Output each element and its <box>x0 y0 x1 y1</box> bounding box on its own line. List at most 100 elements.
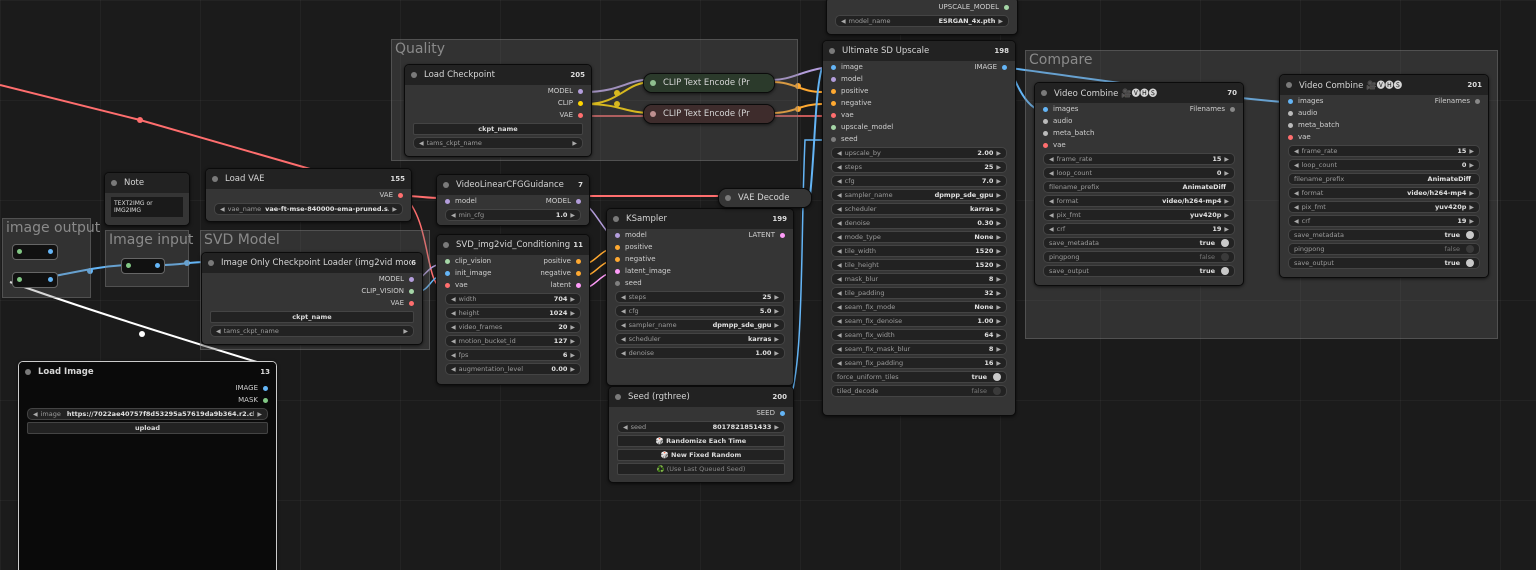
arrow-left-icon[interactable]: ◀ <box>1294 162 1299 169</box>
arrow-left-icon[interactable]: ◀ <box>1049 212 1054 219</box>
output-port[interactable] <box>578 88 583 94</box>
input-port[interactable] <box>1288 98 1293 104</box>
arrow-right-icon[interactable]: ▶ <box>774 322 779 329</box>
toggle-widget[interactable]: pingpong false <box>1043 251 1235 263</box>
collapse-dot-icon[interactable] <box>613 216 619 222</box>
arrow-left-icon[interactable]: ◀ <box>1294 148 1299 155</box>
node-vae-decode[interactable]: VAE Decode <box>718 188 812 208</box>
node-header[interactable]: Video Combine 🎥🅥🅗🅢 201 <box>1280 75 1488 95</box>
arrow-left-icon[interactable]: ◀ <box>451 338 456 345</box>
input-port[interactable] <box>615 256 620 262</box>
arrow-left-icon[interactable]: ◀ <box>837 234 842 241</box>
node-header[interactable]: VAE Decode <box>719 189 811 207</box>
param-widget[interactable]: ◀ tile_width 1520 ▶ <box>831 245 1007 257</box>
arrow-right-icon[interactable]: ▶ <box>996 346 1001 353</box>
arrow-left-icon[interactable]: ◀ <box>837 318 842 325</box>
arrow-right-icon[interactable]: ▶ <box>774 294 779 301</box>
arrow-left-icon[interactable]: ◀ <box>621 336 626 343</box>
arrow-right-icon[interactable]: ▶ <box>774 336 779 343</box>
arrow-right-icon[interactable]: ▶ <box>257 411 262 418</box>
arrow-right-icon[interactable]: ▶ <box>392 206 397 213</box>
arrow-left-icon[interactable]: ◀ <box>1294 218 1299 225</box>
arrow-right-icon[interactable]: ▶ <box>996 206 1001 213</box>
upload-button[interactable]: upload <box>27 422 268 434</box>
collapse-dot-icon[interactable] <box>25 369 31 375</box>
combo-widget[interactable]: ◀ pix_fmt yuv420p ▶ <box>1288 201 1480 213</box>
arrow-right-icon[interactable]: ▶ <box>570 366 575 373</box>
node-clip-text-encode-positive[interactable]: CLIP Text Encode (Pr <box>643 73 775 93</box>
arrow-right-icon[interactable]: ▶ <box>996 332 1001 339</box>
input-port[interactable] <box>445 282 450 288</box>
arrow-left-icon[interactable]: ◀ <box>33 411 38 418</box>
arrow-left-icon[interactable]: ◀ <box>837 178 842 185</box>
combo-widget[interactable]: ◀ model_name ESRGAN_4x.pth ▶ <box>835 15 1009 27</box>
arrow-left-icon[interactable]: ◀ <box>451 324 456 331</box>
node-header[interactable]: VideoLinearCFGGuidance 7 <box>437 175 589 195</box>
arrow-right-icon[interactable]: ▶ <box>1469 218 1474 225</box>
arrow-right-icon[interactable]: ▶ <box>1224 170 1229 177</box>
combo-widget[interactable]: ◀ format video/h264-mp4 ▶ <box>1288 187 1480 199</box>
output-port[interactable] <box>576 270 581 276</box>
node-upscale-model-loader[interactable]: UPSCALE_MODEL ◀ model_name ESRGAN_4x.pth ▶ <box>826 0 1018 35</box>
reroute-node[interactable] <box>12 244 58 260</box>
arrow-right-icon[interactable]: ▶ <box>1224 198 1229 205</box>
toggle-knob-icon[interactable] <box>1221 267 1229 275</box>
arrow-left-icon[interactable]: ◀ <box>1049 156 1054 163</box>
collapse-dot-icon[interactable] <box>443 182 449 188</box>
input-port[interactable] <box>615 232 620 238</box>
output-port[interactable] <box>263 385 268 391</box>
toggle-widget[interactable]: save_output true <box>1043 265 1235 277</box>
output-port[interactable] <box>1002 64 1007 70</box>
arrow-left-icon[interactable]: ◀ <box>837 276 842 283</box>
toggle-widget[interactable]: force_uniform_tiles true <box>831 371 1007 383</box>
arrow-right-icon[interactable]: ▶ <box>998 18 1003 25</box>
node-video-combine-201[interactable]: Video Combine 🎥🅥🅗🅢 201 images Filenames au… <box>1279 74 1489 278</box>
toggle-knob-icon[interactable] <box>1466 231 1474 239</box>
arrow-left-icon[interactable]: ◀ <box>621 294 626 301</box>
toggle-widget[interactable]: save_metadata true <box>1043 237 1235 249</box>
node-header[interactable]: CLIP Text Encode (Pr <box>644 105 774 123</box>
arrow-left-icon[interactable]: ◀ <box>1294 190 1299 197</box>
input-port[interactable] <box>445 198 450 204</box>
input-port[interactable] <box>831 136 836 142</box>
collapse-dot-icon[interactable] <box>1286 82 1292 88</box>
combo-widget[interactable]: ◀ format video/h264-mp4 ▶ <box>1043 195 1235 207</box>
input-port[interactable] <box>615 280 620 286</box>
output-port[interactable] <box>578 100 583 106</box>
arrow-right-icon[interactable]: ▶ <box>1469 190 1474 197</box>
input-port[interactable] <box>1043 106 1048 112</box>
input-port[interactable] <box>445 258 450 264</box>
node-header[interactable]: SVD_img2vid_Conditioning 11 <box>437 235 589 255</box>
param-widget[interactable]: ◀ steps 25 ▶ <box>831 161 1007 173</box>
node-header[interactable]: KSampler 199 <box>607 209 793 229</box>
collapse-dot-icon[interactable] <box>208 260 214 266</box>
toggle-knob-icon[interactable] <box>1466 245 1474 253</box>
arrow-right-icon[interactable]: ▶ <box>996 150 1001 157</box>
collapse-dot-icon[interactable] <box>411 72 417 78</box>
arrow-right-icon[interactable]: ▶ <box>1224 156 1229 163</box>
output-port[interactable] <box>409 300 414 306</box>
reroute-node[interactable] <box>121 258 165 274</box>
number-widget[interactable]: ◀ frame_rate 15 ▶ <box>1043 153 1235 165</box>
input-port[interactable] <box>1288 134 1293 140</box>
combo-widget[interactable]: ◀ sampler_name dpmpp_sde_gpu ▶ <box>615 319 785 331</box>
node-graph-canvas[interactable]: Quality Compare image output Image input… <box>0 0 1536 570</box>
arrow-right-icon[interactable]: ▶ <box>1469 162 1474 169</box>
output-port[interactable] <box>409 276 414 282</box>
arrow-right-icon[interactable]: ▶ <box>996 178 1001 185</box>
output-port[interactable] <box>578 112 583 118</box>
node-header[interactable]: Image Only Checkpoint Loader (img2vid mo… <box>202 253 422 273</box>
ckpt-name-button[interactable]: ckpt_name <box>210 311 414 323</box>
input-port[interactable] <box>831 112 836 118</box>
arrow-left-icon[interactable]: ◀ <box>1049 226 1054 233</box>
combo-widget[interactable]: ◀ tams_ckpt_name ▶ <box>210 325 414 337</box>
input-port[interactable] <box>831 100 836 106</box>
collapse-dot-icon[interactable] <box>650 80 656 86</box>
use-last-queued-seed-button[interactable]: ♻️ (Use Last Queued Seed) <box>617 463 785 475</box>
node-header[interactable]: Video Combine 🎥🅥🅗🅢 70 <box>1035 83 1243 103</box>
arrow-left-icon[interactable]: ◀ <box>837 220 842 227</box>
arrow-left-icon[interactable]: ◀ <box>837 248 842 255</box>
input-port[interactable] <box>831 64 836 70</box>
arrow-left-icon[interactable]: ◀ <box>837 206 842 213</box>
param-widget[interactable]: ◀ scheduler karras ▶ <box>831 203 1007 215</box>
